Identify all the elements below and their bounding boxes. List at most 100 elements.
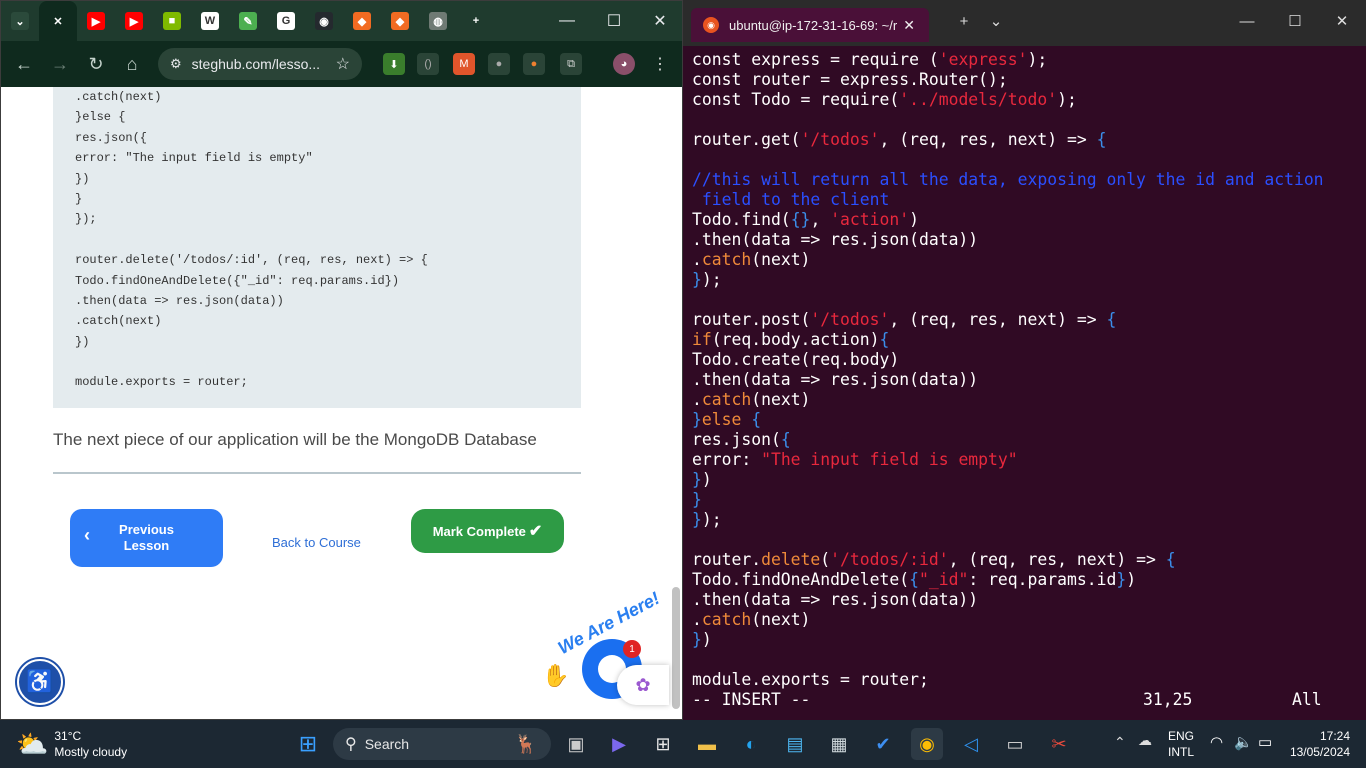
app-icon: ◆: [353, 12, 371, 30]
tab-app-icon[interactable]: ◆: [381, 1, 419, 41]
wifi-icon[interactable]: ◠: [1210, 733, 1223, 751]
extension-icon[interactable]: (): [417, 53, 439, 75]
lang-1: ENG: [1168, 729, 1195, 743]
taskbar-search[interactable]: ⚲ Search 🦌: [333, 728, 551, 760]
battery-icon[interactable]: ▭: [1258, 733, 1272, 751]
vscode-icon[interactable]: ◁: [955, 728, 987, 760]
teams-icon[interactable]: ▶: [603, 728, 635, 760]
vim-line: //this will return all the data, exposin…: [692, 170, 1364, 190]
tray-overflow-icon[interactable]: ⌃: [1114, 734, 1126, 751]
address-bar[interactable]: ⚙ steghub.com/lesso... ☆: [158, 48, 362, 80]
terminal-taskbar-icon[interactable]: ▭: [999, 728, 1031, 760]
vim-editor[interactable]: const express = require ('express'); cons…: [692, 50, 1364, 690]
tab-globe-icon[interactable]: ◍: [419, 1, 457, 41]
code-token: //this will return all the data, exposin…: [692, 170, 1324, 189]
tab-github-icon[interactable]: ◉: [305, 1, 343, 41]
task-view-icon[interactable]: ▣: [560, 728, 592, 760]
vim-line: });: [692, 270, 1364, 290]
maximize-icon[interactable]: ☐: [1272, 6, 1318, 36]
snipping-icon[interactable]: ✂: [1043, 728, 1075, 760]
tab-new-tab-icon[interactable]: +: [457, 1, 495, 41]
chrome-taskbar-icon[interactable]: ◉: [911, 728, 943, 760]
dropdown-icon[interactable]: ⌄: [973, 6, 1019, 36]
mark-complete-label: Mark Complete: [432, 523, 526, 539]
close-tab-icon[interactable]: ✕: [903, 17, 915, 34]
microsoft-icon: ■: [163, 12, 181, 30]
extension-icon: ✎: [239, 12, 257, 30]
vim-line: const express = require ('express');: [692, 50, 1364, 70]
code-token: (next): [751, 390, 811, 409]
bookmark-star-icon[interactable]: ☆: [336, 54, 350, 74]
vim-line: [692, 530, 1364, 550]
forward-icon[interactable]: →: [42, 46, 78, 82]
close-icon[interactable]: ✕: [1319, 6, 1365, 36]
vim-mode: -- INSERT --: [692, 690, 811, 709]
file-explorer-icon[interactable]: ▬: [691, 728, 723, 760]
brain-extension-icon[interactable]: ✿: [617, 665, 669, 705]
volume-icon[interactable]: 🔈: [1234, 733, 1253, 751]
previous-lesson-button[interactable]: ‹ Previous Lesson: [70, 509, 223, 567]
code-token: {: [879, 330, 890, 349]
profile-avatar[interactable]: ◕: [613, 53, 635, 75]
code-token: "_id": [918, 570, 969, 589]
tab-youtube-icon[interactable]: ▶: [115, 1, 153, 41]
extension-icon[interactable]: ●: [523, 53, 545, 75]
ubuntu-icon: ◉: [703, 17, 719, 33]
site-info-icon[interactable]: ⚙: [170, 56, 182, 72]
tab-app-icon[interactable]: ◆: [343, 1, 381, 41]
extensions-puzzle-icon[interactable]: ⧉: [560, 53, 582, 75]
back-icon[interactable]: ←: [6, 46, 42, 82]
back-to-course-link[interactable]: Back to Course: [272, 535, 361, 550]
mark-complete-button[interactable]: Mark Complete ✔: [411, 509, 564, 553]
code-token: res.json(: [692, 430, 781, 449]
tab-extension-icon[interactable]: ✎: [229, 1, 267, 41]
notepad-icon[interactable]: ▤: [779, 728, 811, 760]
weather-widget[interactable]: ⛅ 31°C Mostly cloudy: [16, 728, 127, 760]
clock[interactable]: 17:24 13/05/2024: [1288, 728, 1350, 760]
minimize-icon[interactable]: —: [1224, 6, 1270, 36]
youtube-icon: ▶: [87, 12, 105, 30]
extension-icon[interactable]: ●: [488, 53, 510, 75]
wikipedia-icon: W: [201, 12, 219, 30]
weather-temp: 31°C: [54, 729, 82, 743]
waving-hand-icon: ✋: [542, 663, 570, 688]
onedrive-icon[interactable]: ☁: [1138, 732, 1152, 749]
start-icon[interactable]: ⊞: [292, 728, 324, 760]
vim-line: [692, 290, 1364, 310]
code-token: }: [692, 270, 702, 289]
minimize-icon[interactable]: —: [544, 1, 590, 41]
tab-google-icon[interactable]: G: [267, 1, 305, 41]
home-icon[interactable]: ⌂: [114, 46, 150, 82]
vim-line: Todo.find({}, 'action'): [692, 210, 1364, 230]
weather-cloud-icon: ⛅: [16, 728, 49, 759]
code-token: {: [780, 430, 791, 449]
scrollbar-thumb[interactable]: [672, 587, 680, 709]
vim-line: if(req.body.action){: [692, 330, 1364, 350]
vim-line: });: [692, 510, 1364, 530]
reload-icon[interactable]: ↻: [78, 46, 114, 82]
todo-icon[interactable]: ✔: [867, 728, 899, 760]
tab-close-tab-icon[interactable]: ✕: [39, 1, 77, 41]
menu-icon[interactable]: ⋮: [649, 53, 671, 75]
terminal-tab[interactable]: ◉ ubuntu@ip-172-31-16-69: ~/r ✕: [691, 8, 929, 42]
tab-expand-icon[interactable]: ⌄: [1, 1, 39, 41]
vim-line: [692, 150, 1364, 170]
tab-microsoft-icon[interactable]: ■: [153, 1, 191, 41]
code-token: }: [692, 470, 702, 489]
maximize-icon[interactable]: ☐: [591, 1, 637, 41]
close-icon[interactable]: ✕: [637, 1, 682, 41]
vim-line: }): [692, 630, 1364, 650]
remote-desktop-icon[interactable]: ▦: [823, 728, 855, 760]
code-token: }: [692, 630, 702, 649]
edge-icon[interactable]: ◐: [735, 728, 767, 760]
download-extension-icon[interactable]: ⬇: [383, 53, 405, 75]
language-indicator[interactable]: ENG INTL: [1168, 728, 1194, 760]
vim-line: field to the client: [692, 190, 1364, 210]
code-token: router.: [692, 550, 762, 569]
store-icon[interactable]: ⊞: [647, 728, 679, 760]
tab-wikipedia-icon[interactable]: W: [191, 1, 229, 41]
vim-line: Todo.create(req.body): [692, 350, 1364, 370]
accessibility-icon[interactable]: ♿: [17, 659, 63, 705]
tab-youtube-icon[interactable]: ▶: [77, 1, 115, 41]
extension-icon[interactable]: M: [453, 53, 475, 75]
